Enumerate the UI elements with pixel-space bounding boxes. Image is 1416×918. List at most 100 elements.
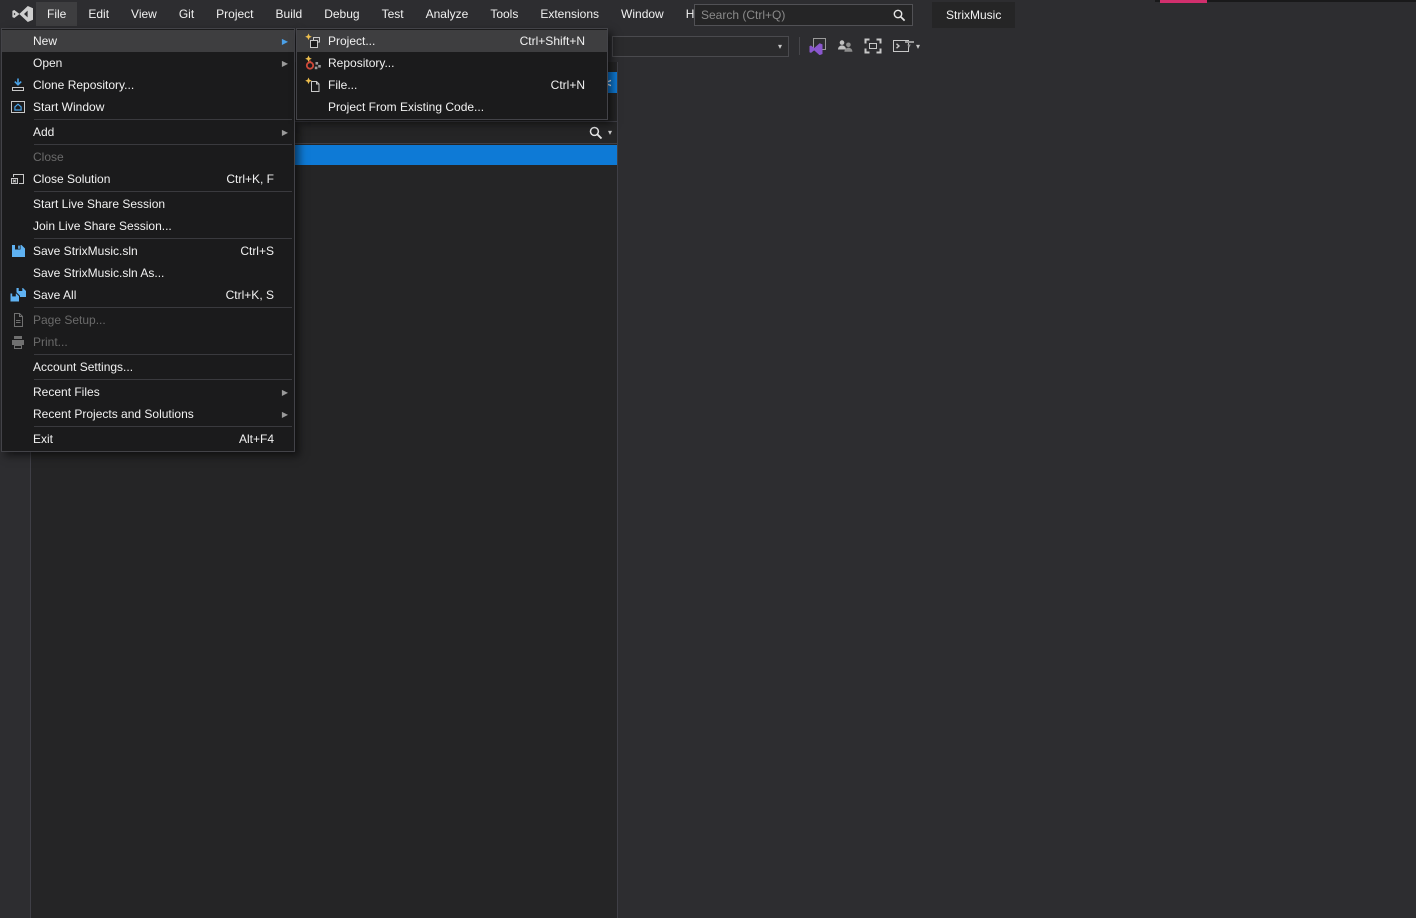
window-title: StrixMusic — [946, 8, 1001, 22]
menu-item-open[interactable]: Open ▶ — [2, 52, 294, 74]
new-submenu-popup: Project... Ctrl+Shift+N Repository... — [296, 28, 608, 120]
file-menu-popup: New ▶ Open ▶ Clone Repository... — [1, 28, 295, 452]
menu-item-label: Print... — [33, 335, 78, 349]
people-icon — [835, 38, 855, 54]
selection-frame-button[interactable] — [862, 35, 884, 57]
live-share-icon — [807, 37, 827, 55]
submenu-arrow-icon: ▶ — [276, 37, 294, 46]
floating-window-title-tab[interactable]: StrixMusic — [932, 2, 1015, 28]
menu-item-shortcut: Ctrl+S — [240, 244, 294, 258]
menu-item-page-setup: Page Setup... — [2, 309, 294, 331]
menu-separator — [34, 144, 292, 145]
menu-item-shortcut: Ctrl+N — [551, 78, 607, 92]
menu-item-label: Account Settings... — [33, 360, 143, 374]
menu-item-label: Repository... — [328, 56, 404, 70]
search-icon — [588, 125, 603, 140]
menu-item-label: Project... — [328, 34, 385, 48]
menu-item-label: Save StrixMusic.sln As... — [33, 266, 174, 280]
save-icon — [10, 243, 26, 259]
menu-item-label: Open — [33, 56, 72, 70]
submenu-arrow-icon: ▶ — [276, 59, 294, 68]
menubar-item-test[interactable]: Test — [371, 2, 415, 26]
menu-item-label: Save All — [33, 288, 86, 302]
chevron-down-icon: ▾ — [903, 44, 915, 50]
menu-item-shortcut: Alt+F4 — [239, 432, 294, 446]
menu-item-add[interactable]: Add ▶ — [2, 121, 294, 143]
menu-item-shortcut: Ctrl+Shift+N — [520, 34, 607, 48]
menu-item-recent-projects-and-solutions[interactable]: Recent Projects and Solutions ▶ — [2, 403, 294, 425]
menu-separator — [34, 238, 292, 239]
menubar-item-debug[interactable]: Debug — [313, 2, 370, 26]
menubar-item-project[interactable]: Project — [205, 2, 264, 26]
menu-item-join-live-share-session[interactable]: Join Live Share Session... — [2, 215, 294, 237]
menu-item-close-solution[interactable]: Close Solution Ctrl+K, F — [2, 168, 294, 190]
menu-item-new-file[interactable]: File... Ctrl+N — [297, 74, 607, 96]
menu-item-label: Join Live Share Session... — [33, 219, 182, 233]
menu-item-new[interactable]: New ▶ — [2, 30, 294, 52]
visual-studio-logo-icon — [10, 5, 36, 23]
chevron-down-icon: ▾ — [772, 42, 788, 51]
quick-search-input[interactable] — [701, 8, 892, 22]
menubar-item-window[interactable]: Window — [610, 2, 675, 26]
menu-item-save-all[interactable]: Save All Ctrl+K, S — [2, 284, 294, 306]
menubar-item-build[interactable]: Build — [265, 2, 314, 26]
page-setup-icon — [10, 312, 26, 328]
toolbar-combobox[interactable]: ▾ — [612, 36, 789, 57]
menu-item-label: Clone Repository... — [33, 78, 144, 92]
close-solution-icon — [10, 171, 26, 187]
selection-frame-icon — [863, 37, 883, 55]
menu-item-account-settings[interactable]: Account Settings... — [2, 356, 294, 378]
menu-item-clone-repository[interactable]: Clone Repository... — [2, 74, 294, 96]
new-repository-icon — [304, 55, 322, 71]
submenu-arrow-icon: ▶ — [276, 410, 294, 419]
menu-item-new-project[interactable]: Project... Ctrl+Shift+N — [297, 30, 607, 52]
menu-item-shortcut: Ctrl+K, F — [226, 172, 294, 186]
menu-item-project-from-existing-code[interactable]: Project From Existing Code... — [297, 96, 607, 118]
menubar-item-extensions[interactable]: Extensions — [529, 2, 610, 26]
menu-item-new-repository[interactable]: Repository... — [297, 52, 607, 74]
menu-item-start-live-share-session[interactable]: Start Live Share Session — [2, 193, 294, 215]
menu-item-label: Add — [33, 125, 64, 139]
menu-item-label: Close — [33, 150, 74, 164]
save-all-icon — [9, 287, 27, 303]
menubar-item-edit[interactable]: Edit — [77, 2, 120, 26]
quick-search-box[interactable] — [694, 4, 913, 26]
menu-item-label: Recent Files — [33, 385, 110, 399]
menu-item-start-window[interactable]: Start Window — [2, 96, 294, 118]
print-icon — [10, 334, 26, 350]
menu-item-exit[interactable]: Exit Alt+F4 — [2, 428, 294, 450]
menubar-item-analyze[interactable]: Analyze — [415, 2, 480, 26]
menubar-item-git[interactable]: Git — [168, 2, 205, 26]
menu-item-label: Recent Projects and Solutions — [33, 407, 204, 421]
menu-item-label: Project From Existing Code... — [328, 100, 494, 114]
menu-separator — [34, 307, 292, 308]
menu-separator — [34, 354, 292, 355]
menu-separator — [34, 191, 292, 192]
menu-separator — [34, 426, 292, 427]
menubar-item-tools[interactable]: Tools — [479, 2, 529, 26]
toolbar-separator — [799, 37, 800, 55]
menu-item-save-solution[interactable]: Save StrixMusic.sln Ctrl+S — [2, 240, 294, 262]
menu-item-label: Save StrixMusic.sln — [33, 244, 148, 258]
menu-separator — [34, 379, 292, 380]
menu-item-label: Start Window — [33, 100, 114, 114]
menubar-item-view[interactable]: View — [120, 2, 168, 26]
terminal-dropdown-caret-icon[interactable]: ▾ — [916, 42, 920, 51]
menubar-item-file[interactable]: File — [36, 2, 77, 26]
toolbar-overflow-button[interactable]: ▾ — [903, 41, 915, 50]
live-share-button[interactable] — [806, 35, 828, 57]
menu-separator — [34, 119, 292, 120]
menu-item-print: Print... — [2, 331, 294, 353]
submenu-arrow-icon: ▶ — [276, 128, 294, 137]
search-options-caret-icon[interactable]: ▾ — [603, 128, 617, 137]
menu-item-label: Close Solution — [33, 172, 120, 186]
menu-item-recent-files[interactable]: Recent Files ▶ — [2, 381, 294, 403]
search-icon — [892, 8, 906, 22]
menu-item-shortcut: Ctrl+K, S — [226, 288, 294, 302]
new-file-icon — [304, 77, 322, 93]
menu-item-save-solution-as[interactable]: Save StrixMusic.sln As... — [2, 262, 294, 284]
menu-item-label: New — [33, 34, 67, 48]
menu-item-label: Exit — [33, 432, 63, 446]
team-button[interactable] — [834, 35, 856, 57]
new-project-icon — [304, 33, 322, 49]
